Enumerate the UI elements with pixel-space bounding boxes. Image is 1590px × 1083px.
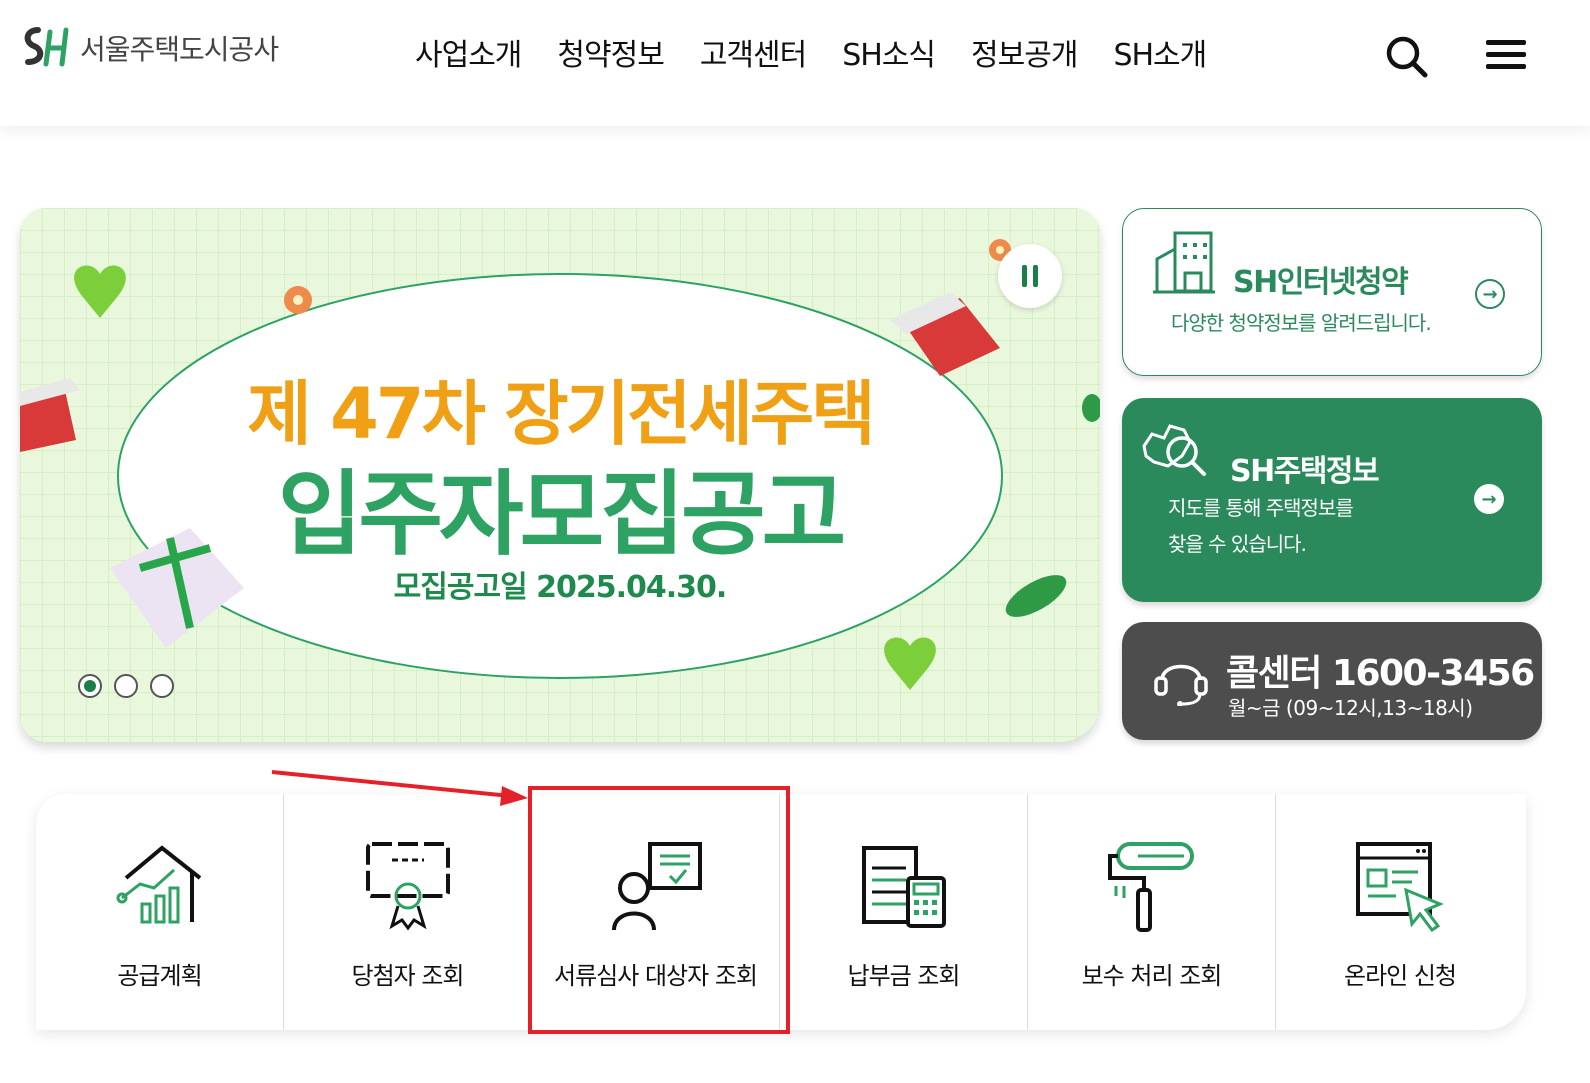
sh-housing-info-card[interactable]: SH주택정보 지도를 통해 주택정보를 찾을 수 있습니다. → (1122, 398, 1542, 602)
slide-dot-2[interactable] (114, 674, 138, 698)
card-description: 지도를 통해 주택정보를 찾을 수 있습니다. (1168, 490, 1418, 562)
site-header: 서울주택도시공사 사업소개 청약정보 고객센터 SH소식 정보공개 SH소개 (0, 0, 1590, 126)
nav-item-about-sh[interactable]: SH소개 (1113, 30, 1207, 82)
quick-item-label: 납부금 조회 (847, 962, 960, 990)
headset-icon (1154, 664, 1208, 706)
quick-item-label: 당첨자 조회 (351, 962, 464, 990)
quick-item-document-review-lookup[interactable]: 서류심사 대상자 조회 (532, 794, 780, 1030)
person-document-icon (611, 842, 702, 931)
building-icon (1153, 231, 1215, 294)
nav-item-business[interactable]: 사업소개 (415, 30, 522, 82)
search-icon[interactable] (1384, 34, 1428, 78)
call-center-number: 콜센터 1600-3456 (1226, 653, 1535, 694)
certificate-icon (365, 842, 450, 931)
quick-item-supply-plan[interactable]: 공급계획 (36, 794, 284, 1030)
slide-dot-1[interactable] (78, 674, 102, 698)
banner-date: 모집공고일 2025.04.30. (393, 570, 728, 605)
card-description: 다양한 청약정보를 알려드립니다. (1171, 311, 1432, 335)
hamburger-menu-icon[interactable] (1486, 38, 1526, 72)
main-banner-slide[interactable]: 제 47차 장기전세주택 입주자모집공고 모집공고일 2025.04.30. (20, 208, 1100, 742)
slide-pause-button[interactable] (998, 244, 1062, 308)
card-description-line2: 찾을 수 있습니다. (1168, 532, 1307, 556)
quick-item-label: 공급계획 (117, 962, 202, 990)
call-center-card[interactable]: 콜센터 1600-3456 월~금 (09~12시,13~18시) (1122, 622, 1542, 740)
nav-item-sh-news[interactable]: SH소식 (842, 30, 936, 82)
card-title: SH인터넷청약 (1233, 265, 1409, 300)
quick-item-repair-lookup[interactable]: 보수 처리 조회 (1028, 794, 1276, 1030)
paint-roller-icon (1107, 842, 1194, 932)
nav-item-subscription[interactable]: 청약정보 (557, 30, 664, 82)
sh-internet-subscription-card[interactable]: SH인터넷청약 다양한 청약정보를 알려드립니다. → (1122, 208, 1542, 376)
quick-item-winner-lookup[interactable]: 당첨자 조회 (284, 794, 532, 1030)
card-description-line1: 지도를 통해 주택정보를 (1168, 496, 1354, 520)
house-chart-icon (116, 845, 201, 924)
quick-item-label: 보수 처리 조회 (1081, 962, 1223, 990)
quick-item-label: 서류심사 대상자 조회 (554, 962, 758, 990)
arrow-right-icon: → (1474, 484, 1504, 514)
pause-icon-bar (1033, 265, 1038, 287)
main-navigation: 사업소개 청약정보 고객센터 SH소식 정보공개 SH소개 (415, 30, 1242, 82)
logo-text: 서울주택도시공사 (80, 33, 279, 66)
sh-logo[interactable]: 서울주택도시공사 (20, 22, 279, 74)
banner-title-line2: 입주자모집공고 (277, 461, 846, 568)
calculator-document-icon (861, 846, 946, 928)
slide-pagination (78, 674, 174, 698)
sh-logo-mark-icon (24, 27, 69, 67)
quick-item-online-application[interactable]: 온라인 신청 (1276, 794, 1524, 1030)
map-search-icon (1142, 424, 1206, 476)
pause-icon (1022, 265, 1027, 287)
call-center-hours: 월~금 (09~12시,13~18시) (1228, 696, 1473, 720)
arrow-right-icon: → (1475, 279, 1505, 309)
quick-item-payment-lookup[interactable]: 납부금 조회 (780, 794, 1028, 1030)
browser-cursor-icon (1356, 842, 1444, 933)
quick-menu: 공급계획 당첨자 조회 서류심사 대상자 조회 납부금 조회 보수 처리 조회 … (36, 794, 1526, 1030)
slide-dot-3[interactable] (150, 674, 174, 698)
nav-item-disclosure[interactable]: 정보공개 (971, 30, 1078, 82)
nav-item-customer-center[interactable]: 고객센터 (700, 30, 807, 82)
card-title: SH주택정보 (1230, 454, 1380, 489)
quick-item-label: 온라인 신청 (1343, 962, 1457, 990)
